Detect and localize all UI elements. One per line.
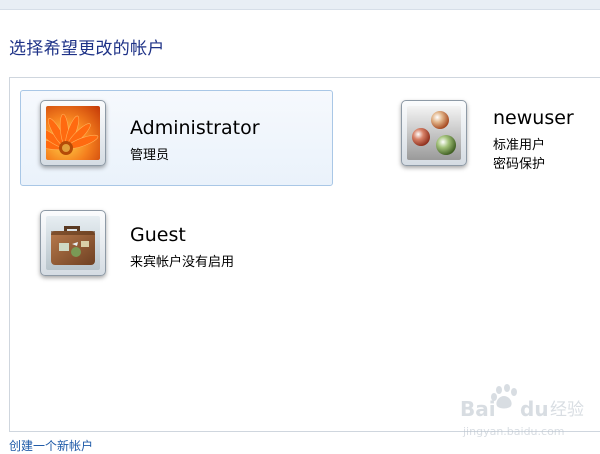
account-tile-guest[interactable]: Guest 来宾帐户没有启用 (20, 198, 333, 294)
account-picture-frame (401, 100, 467, 166)
create-new-account-link[interactable]: 创建一个新帐户 (9, 437, 93, 454)
account-tile-newuser[interactable]: newuser 标准用户 密码保护 (381, 90, 594, 186)
baidu-jingyan-watermark: Bai du 经验 jingyan.baidu.com (458, 380, 598, 440)
account-tile-administrator[interactable]: Administrator 管理员 (20, 90, 333, 186)
suitcase-picture (46, 216, 100, 270)
account-name: newuser (493, 107, 574, 129)
svg-text:jingyan.baidu.com: jingyan.baidu.com (462, 425, 565, 438)
window-top-strip (0, 0, 600, 10)
account-type: 管理员 (130, 148, 170, 163)
page-title: 选择希望更改的帐户 (9, 39, 165, 59)
marbles-picture (407, 106, 461, 160)
account-picture-frame (40, 210, 106, 276)
account-name: Administrator (130, 117, 260, 139)
svg-text:Bai: Bai (460, 397, 496, 421)
account-name: Guest (130, 224, 186, 246)
svg-text:du: du (520, 397, 549, 421)
account-status: 来宾帐户没有启用 (130, 255, 235, 270)
account-picture-frame (40, 100, 106, 166)
orange-flower-picture (46, 106, 100, 160)
account-type: 标准用户 (493, 138, 546, 153)
svg-text:经验: 经验 (550, 400, 584, 420)
account-password-status: 密码保护 (493, 157, 546, 172)
